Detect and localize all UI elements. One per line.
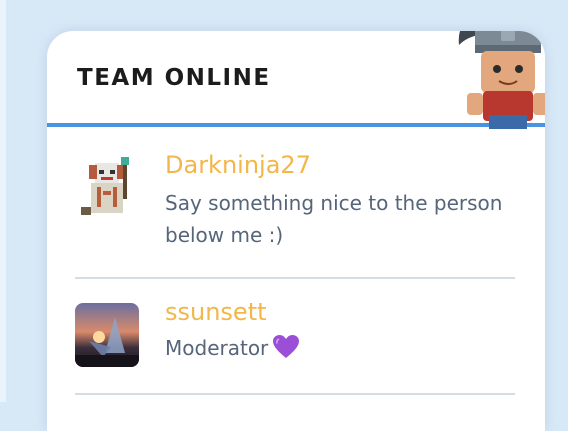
viking-mascot-icon	[458, 31, 545, 129]
feed-divider	[75, 393, 515, 395]
page-background-edge	[0, 0, 6, 402]
purple-heart-icon	[272, 334, 300, 369]
pixel-clown-avatar-icon	[77, 157, 141, 221]
feed-item-message: Say something nice to the person below m…	[165, 191, 503, 247]
card-header: TEAM ONLINE	[47, 31, 545, 129]
feed-item[interactable]: Darkninja27 Say something nice to the pe…	[75, 127, 515, 277]
butterfly-sunset-avatar-icon	[75, 303, 139, 367]
butterfly-sunset-avatar[interactable]	[75, 303, 139, 367]
role-label: Moderator	[165, 336, 269, 360]
feed-item-username[interactable]: Darkninja27	[165, 150, 311, 180]
pixel-clown-avatar[interactable]	[77, 157, 141, 221]
feed-item-username[interactable]: ssunsett	[165, 297, 267, 327]
team-online-card: TEAM ONLINE Darkninja27 Say something ni…	[47, 31, 545, 431]
feed-item[interactable]: ssunsett Moderator	[75, 277, 515, 395]
card-title: TEAM ONLINE	[77, 65, 271, 91]
feed-item-message: Moderator	[165, 332, 525, 369]
